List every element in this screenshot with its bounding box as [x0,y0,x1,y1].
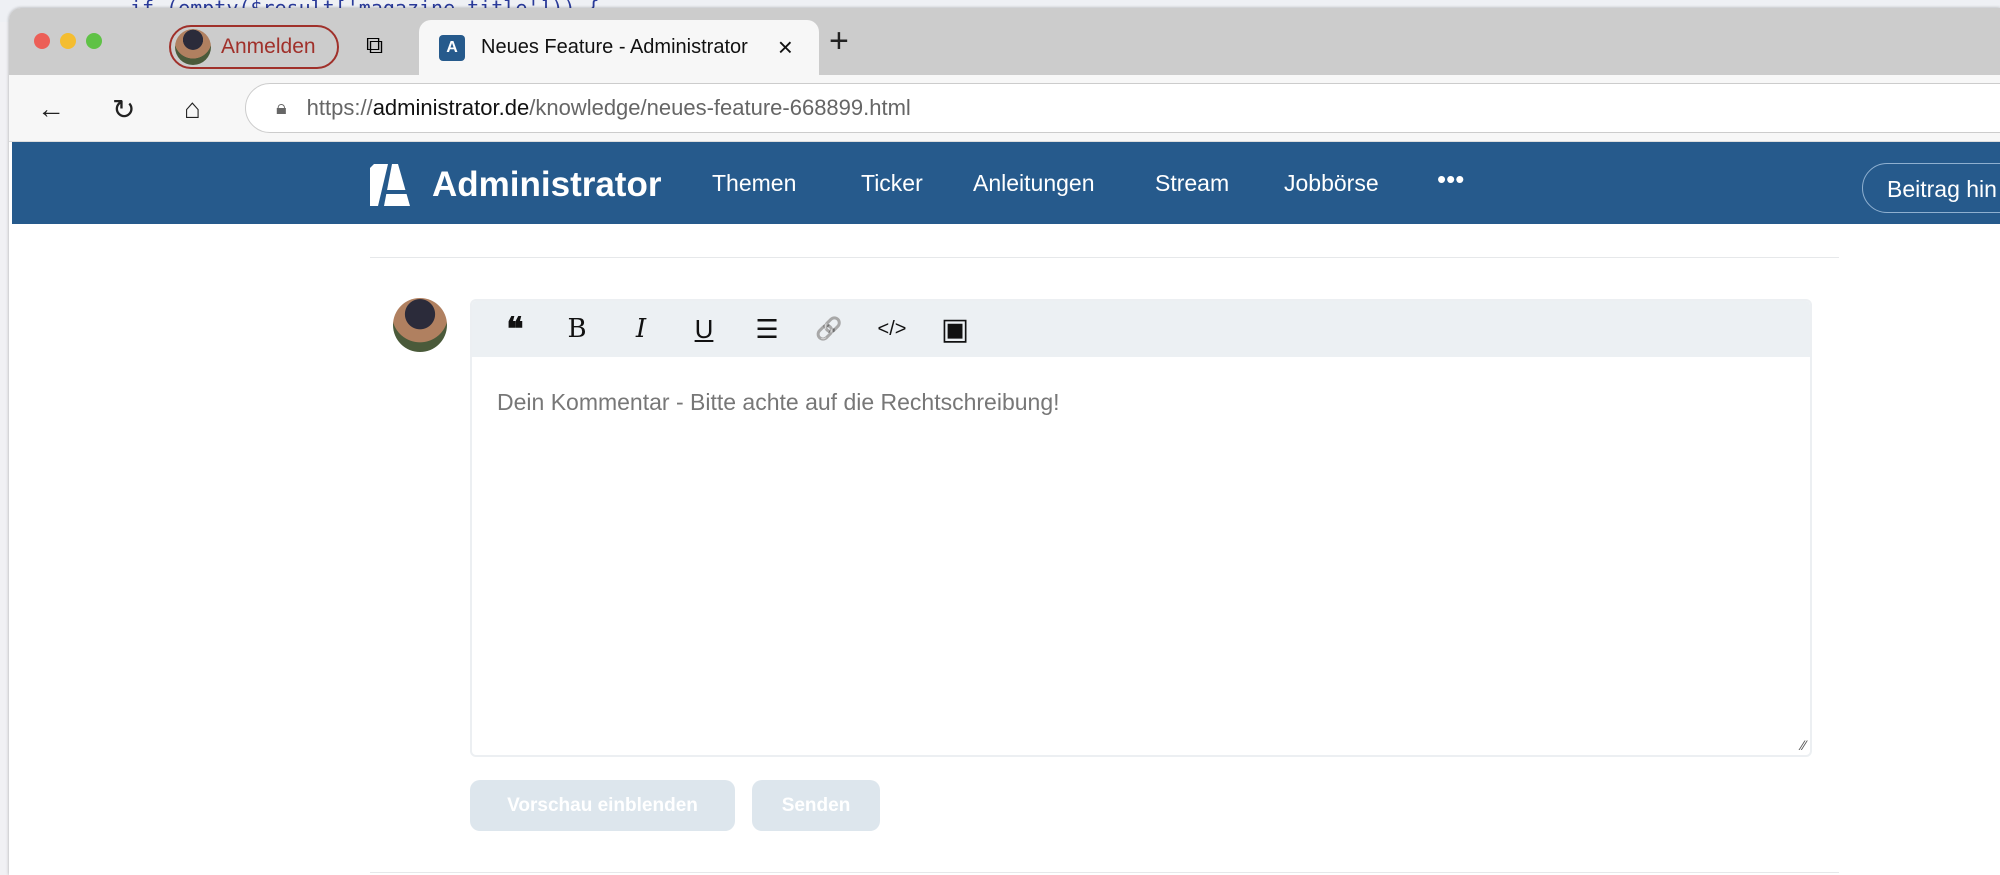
post-button[interactable]: Beitrag hin [1862,163,2000,213]
favicon-icon: A [439,34,465,61]
profile-button[interactable]: Anmelden [169,25,339,69]
tab-close-icon[interactable]: × [778,32,793,63]
preview-button[interactable]: Vorschau einblenden [470,780,735,831]
avatar [175,29,211,65]
nav-stream[interactable]: Stream [1155,170,1229,197]
active-tab[interactable]: A Neues Feature - Administrator × [419,20,819,75]
more-icon[interactable]: ••• [1437,164,1464,195]
new-tab-button[interactable]: + [829,22,849,61]
user-avatar [393,298,447,352]
browser-window: Anmelden ⧉ A Neues Feature - Administrat… [9,8,2000,875]
divider [370,257,1839,258]
image-icon[interactable]: ▣ [935,311,975,347]
nav-ticker[interactable]: Ticker [861,170,923,197]
lock-icon: 🔒︎ [276,96,287,119]
back-icon[interactable]: ← [37,93,65,125]
nav-anleitungen[interactable]: Anleitungen [973,170,1095,197]
close-window-button[interactable] [34,33,50,49]
logo-icon [370,164,410,206]
comment-editor: ❝ B I U ☰ 🔗 </> ▣ Dein Kommentar - Bitte… [470,299,1812,757]
italic-icon[interactable]: I [621,311,661,347]
nav-jobboerse[interactable]: Jobbörse [1284,170,1379,197]
minimize-window-button[interactable] [60,33,76,49]
address-bar[interactable]: 🔒︎ https://administrator.de/knowledge/ne… [245,83,2000,133]
address-row: ← ↻ ⌂ 🔒︎ https://administrator.de/knowle… [9,75,2000,142]
profile-label: Anmelden [221,35,316,58]
bold-icon[interactable]: B [557,311,597,347]
editor-toolbar: ❝ B I U ☰ 🔗 </> ▣ [472,301,1810,357]
code-icon[interactable]: </> [872,311,912,347]
tab-title: Neues Feature - Administrator [481,36,748,58]
link-icon[interactable]: 🔗 [809,311,849,347]
underline-icon[interactable]: U [684,311,724,347]
send-button[interactable]: Senden [752,780,880,831]
quote-icon[interactable]: ❝ [495,311,535,347]
maximize-window-button[interactable] [86,33,102,49]
site-navbar: Administrator Themen Ticker Anleitungen … [12,142,2000,224]
home-icon[interactable]: ⌂ [184,93,201,125]
reload-icon[interactable]: ↻ [112,93,135,126]
list-icon[interactable]: ☰ [747,311,787,347]
site-logo[interactable]: Administrator [370,164,661,206]
tab-collection-icon[interactable]: ⧉ [366,32,383,60]
nav-themen[interactable]: Themen [712,170,796,197]
tab-bar: Anmelden ⧉ A Neues Feature - Administrat… [9,8,2000,75]
url-text: https://administrator.de/knowledge/neues… [306,95,911,120]
comment-textarea[interactable]: Dein Kommentar - Bitte achte auf die Rec… [497,389,1060,416]
divider [370,872,1839,873]
resize-handle[interactable]: ⁄⁄ [1801,737,1806,753]
